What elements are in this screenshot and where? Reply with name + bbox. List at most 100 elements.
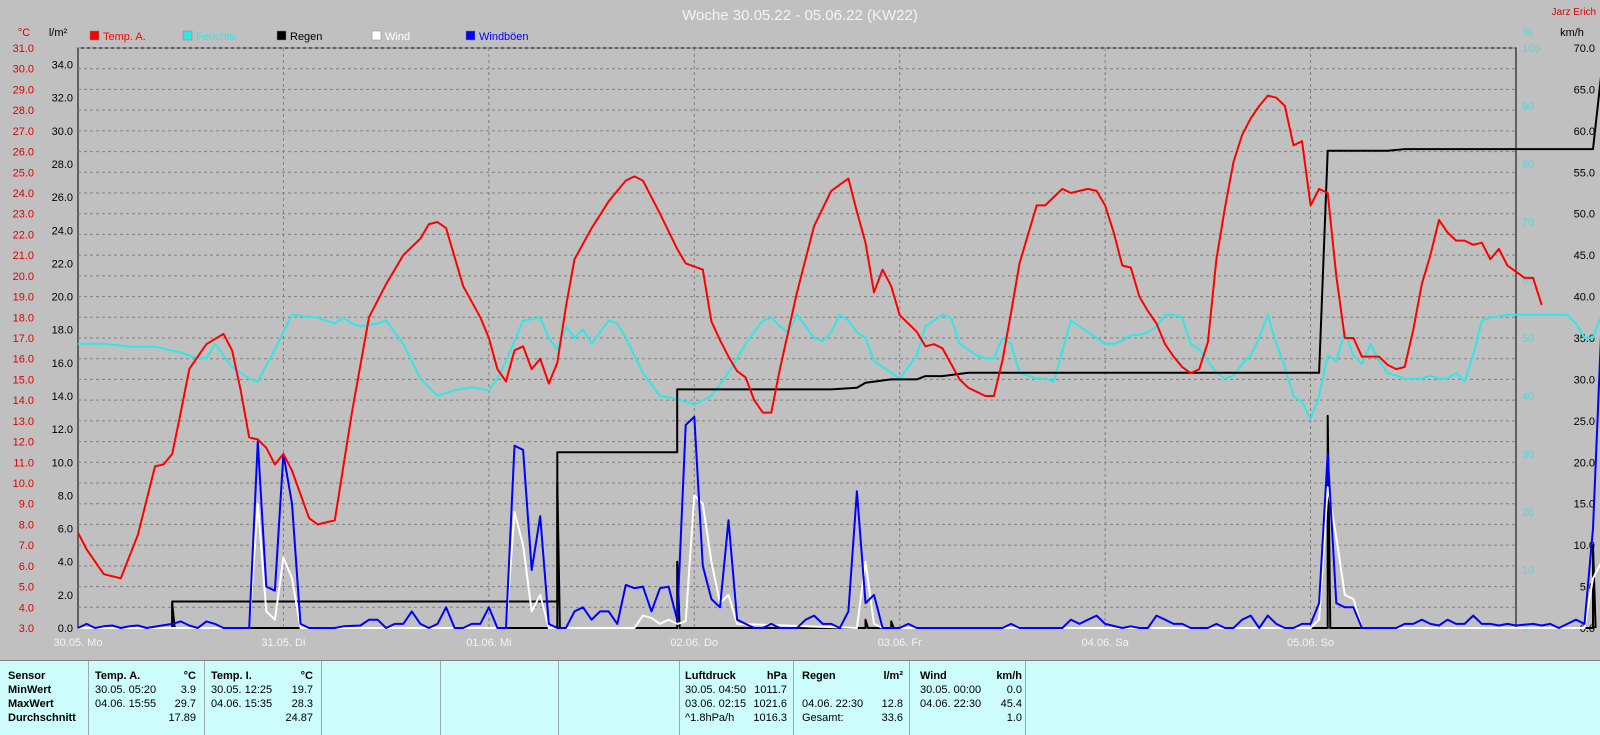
temp-tick-label: 19.0 — [13, 292, 34, 304]
rain-tick-label: 18.0 — [52, 325, 73, 337]
temp-tick-label: 4.0 — [19, 602, 34, 614]
temp-tick-label: 11.0 — [13, 457, 34, 469]
pressure-max: 1021.6 — [753, 698, 787, 710]
maxwert-label: MaxWert — [8, 698, 54, 710]
rain-tick-label: 8.0 — [58, 490, 73, 502]
wind-tick-label: 25.0 — [1574, 416, 1595, 428]
wind-tick-label: 50.0 — [1574, 209, 1595, 221]
humidity-tick-label: 40 — [1522, 391, 1534, 403]
humidity-tick-label: 50 — [1522, 333, 1534, 345]
rain-unit: l/m² — [883, 670, 903, 682]
humidity-tick-label: 80 — [1522, 159, 1534, 171]
humidity-unit-label: % — [1523, 27, 1533, 39]
wind-tick-label: 60.0 — [1574, 126, 1595, 138]
legend-label: Regen — [290, 31, 322, 43]
rain-header: Regen — [802, 670, 836, 682]
rain-tick-label: 16.0 — [52, 358, 73, 370]
pressure-unit: hPa — [766, 670, 787, 682]
rain-unit-label: l/m² — [49, 27, 68, 39]
wind-unit-label: km/h — [1560, 27, 1584, 39]
temp-a-min-time: 30.05. 05:20 — [95, 684, 157, 696]
pressure-min-time: 30.05. 04:50 — [685, 684, 747, 696]
temp-i-max-time: 04.06. 15:35 — [211, 698, 273, 710]
humidity-tick-label: 100 — [1522, 43, 1540, 55]
temp-tick-label: 9.0 — [19, 499, 34, 511]
temp-tick-label: 15.0 — [13, 374, 34, 386]
rain-tick-label: 2.0 — [58, 590, 73, 602]
weather-chart: 30.05. Mo 31.05. Di 01.06. Mi 02.06. Do 03.0… — [0, 0, 1600, 660]
durchschnitt-label: Durchschnitt — [8, 712, 76, 724]
humidity-tick-label: 30 — [1522, 449, 1534, 461]
legend-label: Feuchte — [196, 31, 236, 43]
temp-a-header: Temp. A. — [95, 670, 141, 682]
author-label: Jarz Erich — [1552, 7, 1596, 18]
humidity-tick-label: 70 — [1522, 217, 1534, 229]
temp-tick-label: 31.0 — [13, 43, 34, 55]
temp-tick-label: 18.0 — [13, 312, 34, 324]
temp-i-avg: 24.87 — [285, 712, 313, 724]
temp-tick-label: 7.0 — [19, 540, 34, 552]
temp-a-max: 29.7 — [174, 698, 196, 710]
temp-tick-label: 24.0 — [13, 188, 34, 200]
legend-label: Temp. A. — [103, 31, 146, 43]
rain-tick-label: 28.0 — [52, 159, 73, 171]
rain-tick-label: 32.0 — [52, 93, 73, 105]
rain-tick-label: 34.0 — [52, 60, 73, 72]
stats-empty-col-4 — [1026, 661, 1599, 735]
temp-i-header: Temp. I. — [211, 670, 252, 682]
pressure-header: Luftdruck — [685, 670, 736, 682]
stats-panel: Sensor MinWert MaxWert Durchschnitt Temp… — [0, 660, 1600, 735]
temp-tick-label: 22.0 — [13, 229, 34, 241]
pressure-min: 1011.7 — [754, 684, 787, 696]
legend-swatch — [89, 30, 100, 41]
temp-tick-label: 26.0 — [13, 147, 34, 159]
x-tick-label: 04.06. Sa — [1082, 637, 1130, 649]
wind-tick-label: 70.0 — [1574, 43, 1595, 55]
x-tick-label: 31.05. Di — [261, 637, 305, 649]
wind-tick-label: 30.0 — [1574, 374, 1595, 386]
stats-empty-col-2 — [441, 661, 559, 735]
stats-empty-col-3 — [559, 661, 680, 735]
temp-a-min: 3.9 — [180, 684, 196, 696]
rain-tick-label: 0.0 — [58, 623, 73, 635]
humidity-tick-label: 10 — [1522, 565, 1534, 577]
temp-unit-label: °C — [18, 27, 30, 39]
minwert-label: MinWert — [8, 684, 52, 696]
rain-tick-label: 30.0 — [52, 126, 73, 138]
temp-tick-label: 21.0 — [13, 250, 34, 262]
rain-tick-label: 12.0 — [52, 424, 73, 436]
x-tick-label: 05.06. So — [1287, 637, 1334, 649]
wind-tick-label: 45.0 — [1574, 250, 1595, 262]
temp-tick-label: 29.0 — [13, 84, 34, 96]
stats-empty-col-1 — [322, 661, 441, 735]
temp-a-max-time: 04.06. 15:55 — [95, 698, 157, 710]
x-tick-label: 30.05. Mo — [54, 637, 103, 649]
wind-tick-label: 20.0 — [1574, 457, 1595, 469]
wind-max: 45.4 — [1000, 698, 1022, 710]
rain-tick-label: 20.0 — [52, 292, 73, 304]
temp-tick-label: 23.0 — [13, 209, 34, 221]
temp-tick-label: 5.0 — [19, 582, 34, 594]
wind-tick-label: 65.0 — [1574, 84, 1595, 96]
temp-tick-label: 13.0 — [13, 416, 34, 428]
rain-tick-label: 14.0 — [52, 391, 73, 403]
pressure-avg: 1016.3 — [753, 712, 787, 724]
stats-temp-a-col: Temp. A. °C 30.05. 05:20 3.9 04.06. 15:55 2… — [89, 661, 205, 735]
rain-max-time: 04.06. 22:30 — [802, 698, 864, 710]
temp-tick-label: 10.0 — [13, 478, 34, 490]
rain-total: 33.6 — [881, 712, 903, 724]
legend-label: Windböen — [479, 31, 529, 43]
temp-tick-label: 8.0 — [19, 519, 34, 531]
temp-tick-label: 12.0 — [13, 437, 34, 449]
temp-tick-label: 6.0 — [19, 561, 34, 573]
stats-wind-col: Wind km/h 30.05. 00:00 0.0 04.06. 22:30 45.… — [910, 661, 1026, 735]
stats-sensor-col: Sensor MinWert MaxWert Durchschnitt — [0, 661, 89, 735]
wind-tick-label: 15.0 — [1574, 499, 1595, 511]
sensor-header: Sensor — [8, 670, 46, 682]
wind-tick-label: 55.0 — [1574, 167, 1595, 179]
x-tick-label: 03.06. Fr — [878, 637, 922, 649]
stats-temp-i-col: Temp. I. °C 30.05. 12:25 19.7 04.06. 15:35… — [205, 661, 322, 735]
x-tick-label: 02.06. Do — [670, 637, 718, 649]
rain-tick-label: 4.0 — [58, 557, 73, 569]
rain-total-label: Gesamt: — [802, 712, 844, 724]
